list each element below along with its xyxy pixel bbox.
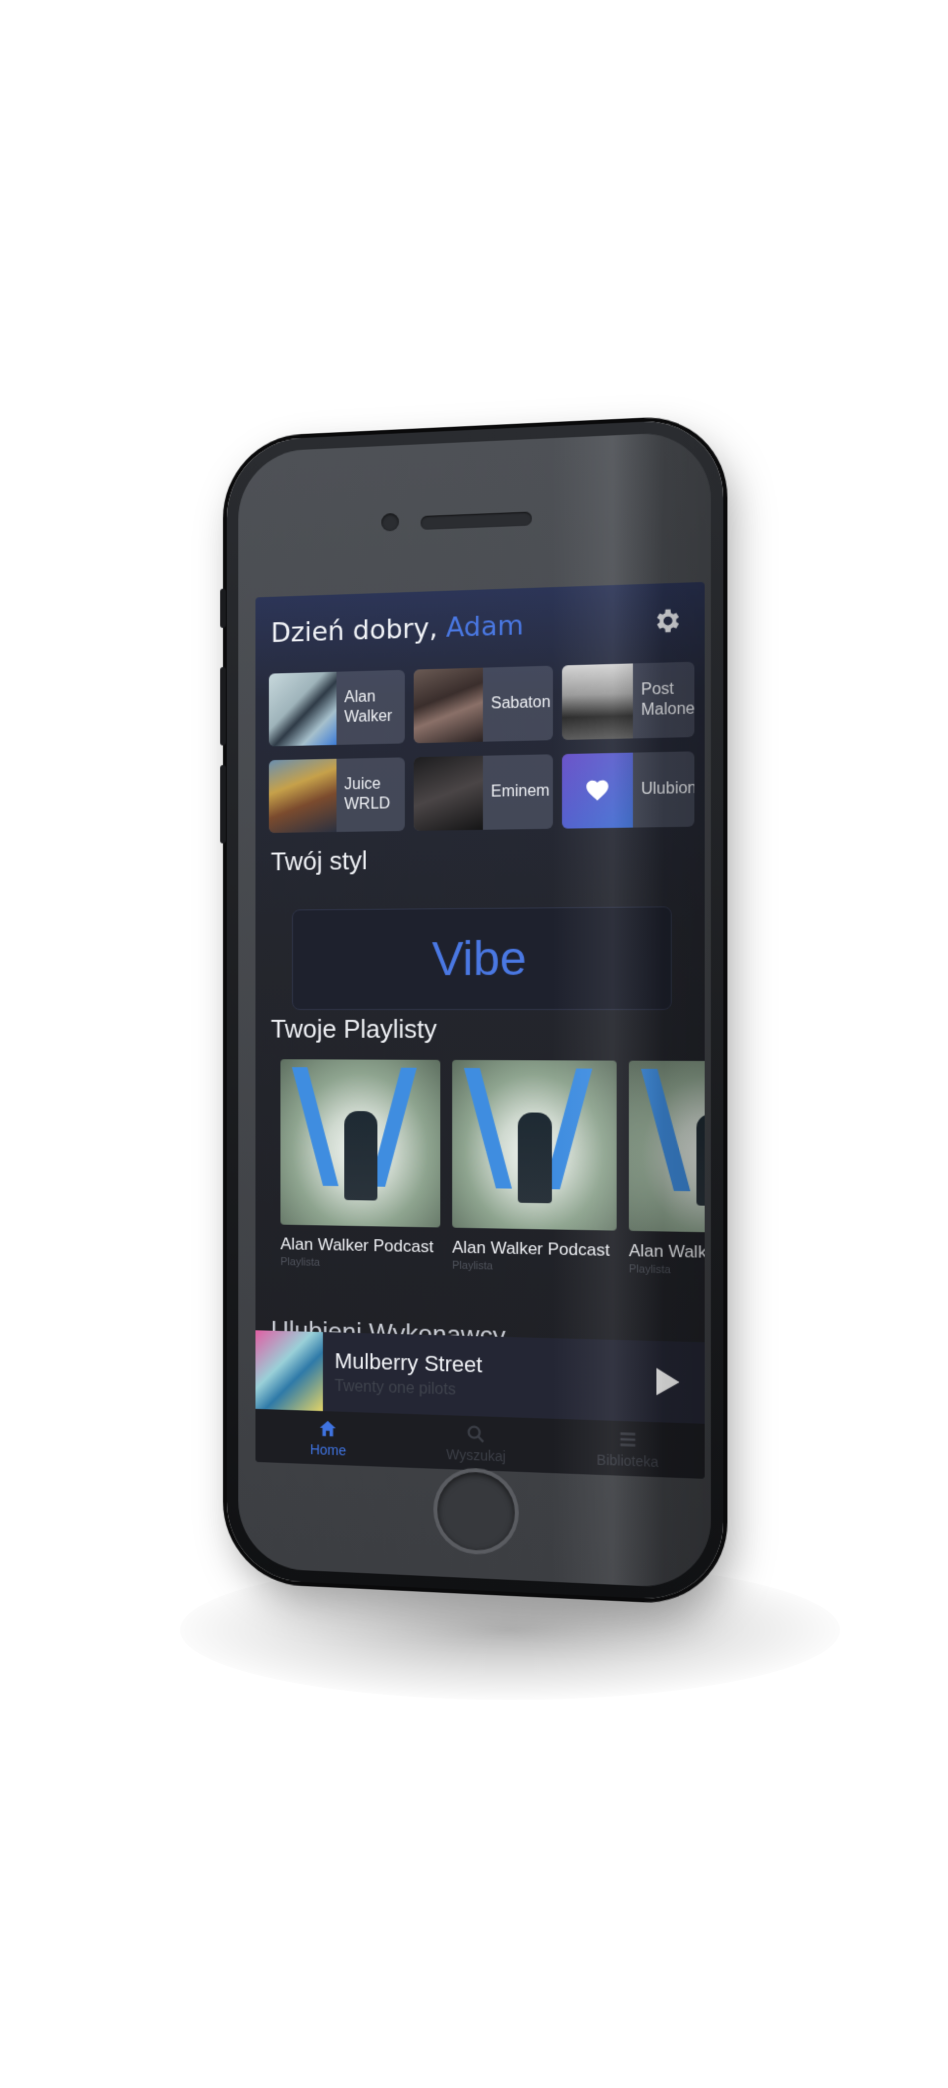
shortcut-juice-wrld[interactable]: Juice WRLD xyxy=(268,757,405,833)
juice-wrld-image xyxy=(268,758,337,833)
vibe-card[interactable]: Vibe xyxy=(291,906,672,1010)
playlist-subtitle: Playlista xyxy=(280,1256,320,1269)
tab-label: Biblioteka xyxy=(596,1451,659,1470)
home-button[interactable] xyxy=(437,1470,515,1552)
shortcut-sabaton[interactable]: Sabaton xyxy=(413,665,553,744)
phone-face: Dzień dobry, Adam Alan Walker Sabaton Po… xyxy=(238,430,711,1590)
greeting-prefix: Dzień dobry, xyxy=(270,613,438,649)
shortcut-label: Alan Walker xyxy=(344,688,393,726)
sabaton-image xyxy=(413,667,483,744)
track-title: Mulberry Street xyxy=(334,1348,483,1378)
tab-label: Wyszukaj xyxy=(446,1446,506,1465)
now-playing-info: Mulberry Street Twenty one pilots xyxy=(335,1348,483,1400)
tab-label: Home xyxy=(309,1441,347,1459)
gear-icon[interactable] xyxy=(651,605,682,636)
playlist-subtitle: Playlista xyxy=(452,1259,493,1273)
track-artist: Twenty one pilots xyxy=(334,1377,456,1399)
playlist-card[interactable]: Alan Walker Podcast Playlista xyxy=(280,1059,441,1289)
playlists-carousel[interactable]: Alan Walker Podcast Playlista Alan Walke… xyxy=(280,1059,705,1296)
shortcut-alan-walker[interactable]: Alan Walker xyxy=(268,669,405,747)
playlist-cover xyxy=(280,1059,441,1228)
home-header: Dzień dobry, Adam xyxy=(271,605,688,658)
shortcut-label: Sabaton xyxy=(490,693,551,713)
heart-icon xyxy=(586,780,609,801)
quick-shortcuts: Alan Walker Sabaton Post Malone Juice WR… xyxy=(268,661,697,833)
play-icon[interactable] xyxy=(647,1363,684,1401)
playlist-cover xyxy=(452,1059,617,1231)
shortcut-label: Eminem xyxy=(490,782,550,801)
home-icon xyxy=(320,1420,337,1437)
shortcut-post-malone[interactable]: Post Malone xyxy=(562,661,695,740)
playlist-cover xyxy=(628,1060,705,1234)
library-icon xyxy=(615,1428,639,1451)
eminem-image xyxy=(413,755,483,831)
cover-logo-stroke xyxy=(463,1067,512,1189)
section-title-playlists: Twoje Playlisty xyxy=(270,1013,437,1044)
front-camera xyxy=(381,512,399,532)
shortcut-label: Juice WRLD xyxy=(344,775,391,814)
product-scene: Dzień dobry, Adam Alan Walker Sabaton Po… xyxy=(0,0,948,2088)
shortcut-label: Ulubione xyxy=(641,779,695,799)
playlist-title: Alan Walker Podcast xyxy=(452,1237,610,1260)
now-playing-bar[interactable]: Mulberry Street Twenty one pilots xyxy=(255,1330,705,1424)
vibe-label: Vibe xyxy=(431,932,527,986)
tab-library[interactable]: Biblioteka xyxy=(551,1419,704,1479)
tab-search[interactable]: Wyszukaj xyxy=(402,1414,552,1473)
earpiece-speaker xyxy=(420,511,532,530)
shortcut-ulubione[interactable]: Ulubione xyxy=(562,751,695,829)
search-icon xyxy=(467,1425,488,1446)
greeting: Dzień dobry, Adam xyxy=(271,610,524,649)
playlist-title: Alan Walker Podcast xyxy=(628,1240,705,1264)
user-name: Adam xyxy=(446,610,524,644)
volume-down-button xyxy=(220,764,226,844)
cover-figure xyxy=(517,1112,552,1204)
cover-figure xyxy=(344,1110,378,1201)
cover-logo-stroke xyxy=(641,1068,691,1192)
album-art xyxy=(255,1330,323,1412)
volume-up-button xyxy=(220,666,226,746)
section-title-style: Twój styl xyxy=(270,845,368,877)
cover-figure xyxy=(696,1113,705,1207)
alan-walker-image xyxy=(268,671,337,747)
post-malone-image xyxy=(562,663,633,740)
shortcut-label: Post Malone xyxy=(641,680,695,719)
tab-home[interactable]: Home xyxy=(255,1409,401,1468)
cover-logo-stroke xyxy=(291,1067,339,1187)
shortcut-eminem[interactable]: Eminem xyxy=(413,754,553,831)
playlist-card[interactable]: Alan Walker Podcast Playlista xyxy=(628,1060,705,1296)
playlist-card[interactable]: Alan Walker Podcast Playlista xyxy=(452,1059,617,1293)
playlist-subtitle: Playlista xyxy=(628,1263,671,1277)
favorites-image xyxy=(562,752,633,829)
mute-switch xyxy=(220,588,226,628)
playlist-title: Alan Walker Podcast xyxy=(280,1234,434,1257)
phone-mockup: Dzień dobry, Adam Alan Walker Sabaton Po… xyxy=(220,417,724,1603)
app-screen: Dzień dobry, Adam Alan Walker Sabaton Po… xyxy=(255,581,705,1479)
